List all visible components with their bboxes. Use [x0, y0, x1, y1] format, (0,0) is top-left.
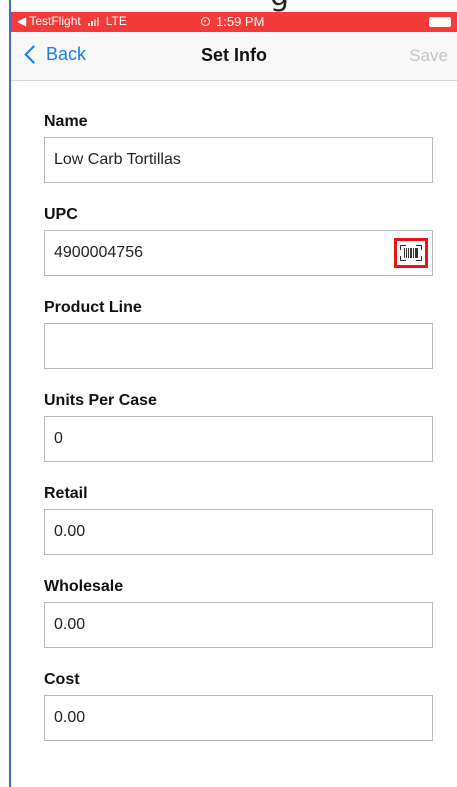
signal-strength-icon	[87, 16, 99, 26]
upc-input[interactable]	[44, 230, 433, 276]
retail-field-group: Retail	[44, 482, 434, 575]
status-bar: ◀ TestFlight LTE 1:59 PM	[11, 12, 457, 32]
name-input[interactable]	[44, 137, 433, 183]
time-label: 1:59 PM	[216, 14, 265, 29]
status-back-to-app[interactable]: ◀ TestFlight LTE	[17, 14, 127, 28]
units-per-case-input[interactable]	[44, 416, 433, 462]
screen-edge	[9, 0, 11, 787]
app-screen: g ◀ TestFlight LTE 1:59 PM Back Set Info…	[0, 0, 457, 787]
navigation-bar: Back Set Info Save	[11, 32, 457, 81]
status-time: 1:59 PM	[201, 14, 264, 29]
cost-input[interactable]	[44, 695, 433, 741]
name-field-group: Name	[44, 110, 434, 203]
units-per-case-label: Units Per Case	[44, 392, 157, 409]
wholesale-label: Wholesale	[44, 578, 124, 595]
product-line-field-group: Product Line	[44, 296, 434, 389]
status-back-app-label: ◀ TestFlight	[17, 14, 81, 28]
network-type: LTE	[105, 14, 127, 28]
barcode-scan-icon	[400, 245, 422, 261]
save-button[interactable]: Save	[409, 46, 448, 66]
retail-input[interactable]	[44, 509, 433, 555]
cost-field-group: Cost	[44, 668, 434, 761]
product-line-input[interactable]	[44, 323, 433, 369]
cost-label: Cost	[44, 671, 80, 688]
retail-label: Retail	[44, 485, 88, 502]
wholesale-field-group: Wholesale	[44, 575, 434, 668]
page-title: Set Info	[201, 45, 267, 65]
upc-label: UPC	[44, 206, 78, 223]
units-per-case-field-group: Units Per Case	[44, 389, 434, 482]
set-info-form: Name UPC Product Line	[44, 110, 434, 761]
battery-icon	[429, 17, 451, 27]
product-line-label: Product Line	[44, 299, 142, 316]
screen-recording-icon	[201, 17, 210, 26]
upc-field-group: UPC	[44, 203, 434, 296]
wholesale-input[interactable]	[44, 602, 433, 648]
scan-barcode-button[interactable]	[394, 238, 428, 268]
name-label: Name	[44, 113, 88, 130]
